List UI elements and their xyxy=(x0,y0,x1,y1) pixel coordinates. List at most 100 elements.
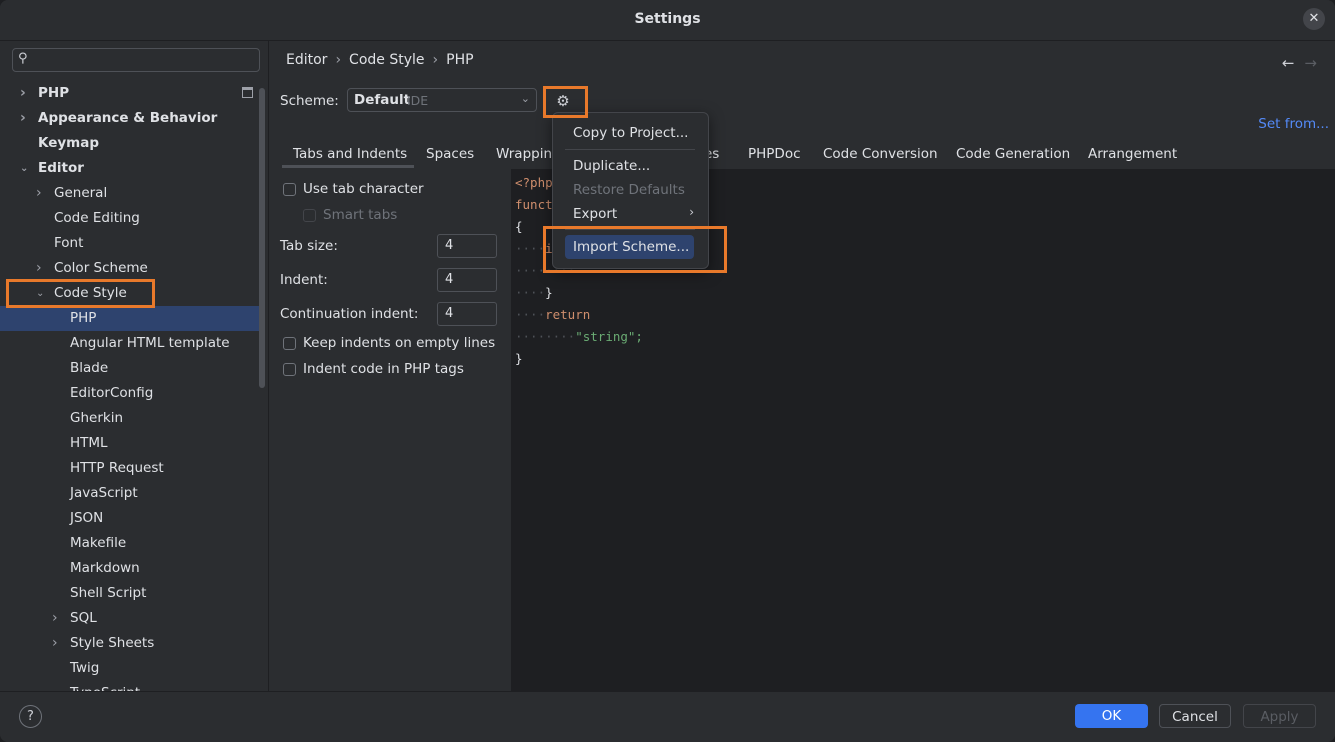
scheme-value: Default xyxy=(354,92,411,108)
help-button[interactable]: ? xyxy=(19,705,42,728)
search-input[interactable]: ⚲ xyxy=(12,48,260,72)
continuation-indent-input[interactable]: 4 xyxy=(437,302,497,326)
code-token: "string"; xyxy=(575,329,643,344)
sidebar-item-style-sheets[interactable]: › Style Sheets xyxy=(0,631,262,656)
sidebar-item-label: HTML xyxy=(70,435,108,451)
sidebar-item-php[interactable]: PHP xyxy=(0,306,262,331)
tab-phpdoc[interactable]: PHPDoc xyxy=(748,146,801,162)
menu-item-label: Export xyxy=(573,206,618,222)
sidebar-item-label: JavaScript xyxy=(70,485,138,501)
close-button[interactable]: ✕ xyxy=(1303,8,1325,30)
whitespace-marker: ········ xyxy=(515,329,576,344)
sidebar-item-editor[interactable]: ⌄ Editor xyxy=(0,156,262,181)
sidebar-item-label: Editor xyxy=(38,160,84,176)
indent-input[interactable]: 4 xyxy=(437,268,497,292)
sidebar-item-appearance-behavior[interactable]: › Appearance & Behavior xyxy=(0,106,262,131)
cancel-button[interactable]: Cancel xyxy=(1159,704,1231,728)
checkbox-box[interactable] xyxy=(283,337,296,350)
settings-tree: › PHP › Appearance & Behavior Keymap ⌄ Editor ›… xyxy=(0,81,262,691)
tab-size-row: Tab size: 4 xyxy=(280,234,500,258)
sidebar-item-label: PHP xyxy=(38,85,70,101)
set-from-link[interactable]: Set from... xyxy=(1258,116,1329,132)
code-line: } xyxy=(515,351,523,366)
sidebar-item-editorconfig[interactable]: EditorConfig xyxy=(0,381,262,406)
sidebar-item-http-request[interactable]: HTTP Request xyxy=(0,456,262,481)
scheme-dropdown[interactable]: Default IDE ⌄ xyxy=(347,88,537,112)
tab-spaces[interactable]: Spaces xyxy=(426,146,474,162)
sidebar-item-color-scheme[interactable]: › Color Scheme xyxy=(0,256,262,281)
sidebar-item-code-style[interactable]: ⌄ Code Style xyxy=(0,281,262,306)
history-navigation: ← → xyxy=(1282,54,1317,72)
sidebar-item-shell-script[interactable]: Shell Script xyxy=(0,581,262,606)
sidebar-item-label: Code Editing xyxy=(54,210,140,226)
forward-arrow-icon[interactable]: → xyxy=(1304,54,1317,72)
tab-arrangement[interactable]: Arrangement xyxy=(1088,146,1177,162)
chevron-down-icon[interactable]: ⌄ xyxy=(20,156,28,181)
sidebar-item-html[interactable]: HTML xyxy=(0,431,262,456)
breadcrumb-editor[interactable]: Editor xyxy=(286,52,327,68)
breadcrumb: Editor › Code Style › PHP xyxy=(286,52,474,68)
search-icon: ⚲ xyxy=(18,51,28,66)
sidebar-item-gherkin[interactable]: Gherkin xyxy=(0,406,262,431)
back-arrow-icon[interactable]: ← xyxy=(1282,54,1295,72)
sidebar-item-label: Keymap xyxy=(38,135,100,151)
sidebar-item-makefile[interactable]: Makefile xyxy=(0,531,262,556)
sidebar-item-angular-html-template[interactable]: Angular HTML template xyxy=(0,331,262,356)
tab-code-generation[interactable]: Code Generation xyxy=(956,146,1070,162)
breadcrumb-code-style[interactable]: Code Style xyxy=(349,52,424,68)
sidebar-item-javascript[interactable]: JavaScript xyxy=(0,481,262,506)
title-bar: Settings ✕ xyxy=(0,0,1335,41)
gear-icon: ⚙ xyxy=(556,92,570,110)
sidebar-item-general[interactable]: › General xyxy=(0,181,262,206)
sidebar-item-label: Appearance & Behavior xyxy=(38,110,218,126)
indent-label: Indent: xyxy=(280,272,328,288)
menu-item-label: Import Scheme... xyxy=(573,239,690,255)
checkbox-label: Smart tabs xyxy=(323,207,398,223)
sidebar-item-keymap[interactable]: Keymap xyxy=(0,131,262,156)
scheme-actions-menu: Copy to Project... Duplicate... Restore … xyxy=(552,112,709,269)
code-line: ····i xyxy=(515,241,553,256)
chevron-right-icon[interactable]: › xyxy=(36,181,42,206)
tab-wrapping[interactable]: Wrapping xyxy=(496,146,561,162)
menu-item-import-scheme[interactable]: Import Scheme... xyxy=(553,235,708,259)
tab-tabs-and-indents[interactable]: Tabs and Indents xyxy=(293,146,407,162)
chevron-right-icon[interactable]: › xyxy=(52,631,58,656)
chevron-right-icon[interactable]: › xyxy=(20,81,26,106)
sidebar-item-label: Markdown xyxy=(70,560,140,576)
sidebar-item-code-editing[interactable]: Code Editing xyxy=(0,206,262,231)
menu-item-copy-to-project[interactable]: Copy to Project... xyxy=(553,122,708,144)
chevron-right-icon[interactable]: › xyxy=(52,606,58,631)
sidebar-item-markdown[interactable]: Markdown xyxy=(0,556,262,581)
chevron-down-icon[interactable]: ⌄ xyxy=(36,281,44,306)
code-token: return xyxy=(545,307,591,322)
sidebar-item-json[interactable]: JSON xyxy=(0,506,262,531)
chevron-right-icon[interactable]: › xyxy=(20,106,26,131)
ok-button[interactable]: OK xyxy=(1075,704,1148,728)
tab-code-conversion[interactable]: Code Conversion xyxy=(823,146,938,162)
menu-item-export[interactable]: Export › xyxy=(553,203,708,225)
sidebar-scrollbar[interactable] xyxy=(259,88,265,388)
menu-item-duplicate[interactable]: Duplicate... xyxy=(553,155,708,177)
breadcrumb-separator: › xyxy=(335,52,342,68)
breadcrumb-php: PHP xyxy=(446,52,474,68)
sidebar-item-blade[interactable]: Blade xyxy=(0,356,262,381)
chevron-right-icon: › xyxy=(689,205,694,219)
sidebar-item-sql[interactable]: › SQL xyxy=(0,606,262,631)
tab-size-input[interactable]: 4 xyxy=(437,234,497,258)
code-token: } xyxy=(545,285,553,300)
sidebar-item-label: Twig xyxy=(70,660,100,676)
code-line: <?php xyxy=(515,175,553,190)
chevron-down-icon: ⌄ xyxy=(520,92,530,105)
sidebar-item-php[interactable]: › PHP xyxy=(0,81,262,106)
sidebar-item-font[interactable]: Font xyxy=(0,231,262,256)
code-line: { xyxy=(515,219,523,234)
sidebar-item-typescript[interactable]: TypeScript xyxy=(0,681,262,691)
chevron-right-icon[interactable]: › xyxy=(36,256,42,281)
scheme-actions-button[interactable]: ⚙ xyxy=(551,90,575,112)
tab-bar: Tabs and Indents Spaces Wrapping es PHPD… xyxy=(282,141,1332,169)
sidebar-item-twig[interactable]: Twig xyxy=(0,656,262,681)
checkbox-box xyxy=(303,209,316,222)
whitespace-marker: ···· xyxy=(515,285,546,300)
checkbox-box[interactable] xyxy=(283,363,296,376)
checkbox-box[interactable] xyxy=(283,183,296,196)
